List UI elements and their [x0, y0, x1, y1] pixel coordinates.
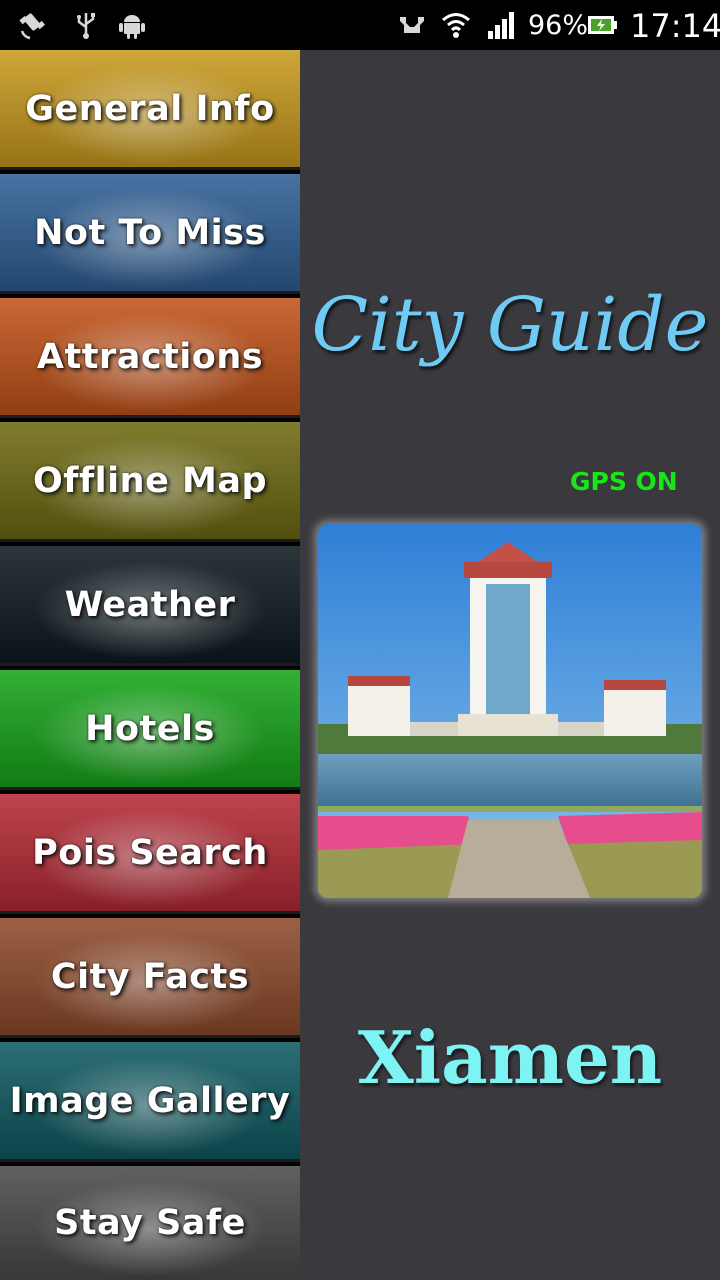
status-bar: 96% 17:14: [0, 0, 720, 50]
clock: 17:14: [630, 7, 720, 45]
menu-item-attractions[interactable]: Attractions: [0, 298, 300, 418]
menu-item-label: Pois Search: [32, 832, 268, 873]
menu-item-not-to-miss[interactable]: Not To Miss: [0, 174, 300, 294]
menu-item-label: City Facts: [50, 956, 250, 997]
android-icon: [119, 15, 145, 39]
menu-item-weather[interactable]: Weather: [0, 546, 300, 666]
signal-icon: [488, 12, 514, 39]
city-photo-image: [318, 524, 702, 898]
menu-item-label: Attractions: [36, 336, 264, 377]
vibrate-icon: [400, 17, 424, 33]
menu-item-city-facts[interactable]: City Facts: [0, 918, 300, 1038]
menu-item-label: Image Gallery: [9, 1080, 291, 1121]
menu-item-stay-safe[interactable]: Stay Safe: [0, 1166, 300, 1280]
gps-status: GPS ON: [570, 467, 678, 496]
menu-item-hotels[interactable]: Hotels: [0, 670, 300, 790]
main-panel: City Guide GPS ON Xiamen: [300, 50, 720, 1280]
battery-percentage: 96%: [528, 10, 589, 41]
wifi-icon: [442, 13, 470, 38]
menu-item-offline-map[interactable]: Offline Map: [0, 422, 300, 542]
menu-item-label: Stay Safe: [54, 1203, 246, 1243]
menu-item-image-gallery[interactable]: Image Gallery: [0, 1042, 300, 1162]
battery-icon: [588, 16, 617, 34]
city-name: Xiamen: [357, 1015, 663, 1100]
app-title: City Guide: [311, 282, 709, 368]
menu-item-general-info[interactable]: General Info: [0, 50, 300, 170]
city-photo[interactable]: [318, 524, 702, 898]
usb-icon: [77, 13, 95, 39]
main-menu: General Info Not To Miss Attractions Off…: [0, 50, 300, 1280]
menu-item-label: Hotels: [85, 708, 215, 749]
menu-item-label: General Info: [25, 88, 275, 129]
menu-item-pois-search[interactable]: Pois Search: [0, 794, 300, 914]
satellite-icon: [19, 13, 45, 40]
menu-item-label: Not To Miss: [34, 212, 266, 253]
menu-item-label: Weather: [64, 584, 236, 625]
menu-item-label: Offline Map: [32, 460, 268, 501]
